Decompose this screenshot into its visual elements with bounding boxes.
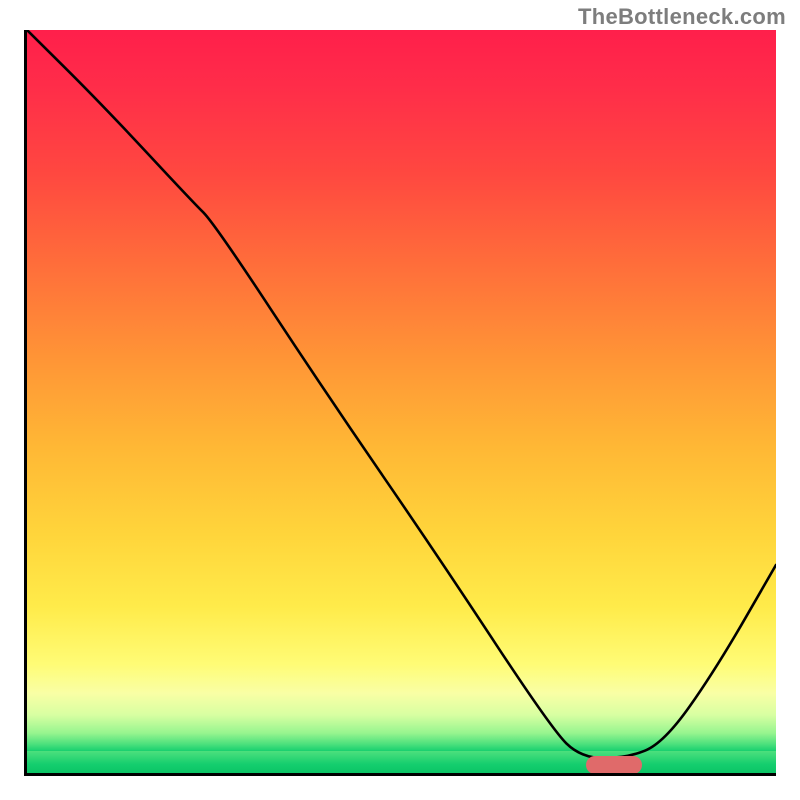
plot-area xyxy=(24,30,776,776)
watermark: TheBottleneck.com xyxy=(578,4,786,30)
optimal-marker xyxy=(586,756,642,774)
bottleneck-curve xyxy=(27,30,776,773)
chart-container: TheBottleneck.com xyxy=(0,0,800,800)
